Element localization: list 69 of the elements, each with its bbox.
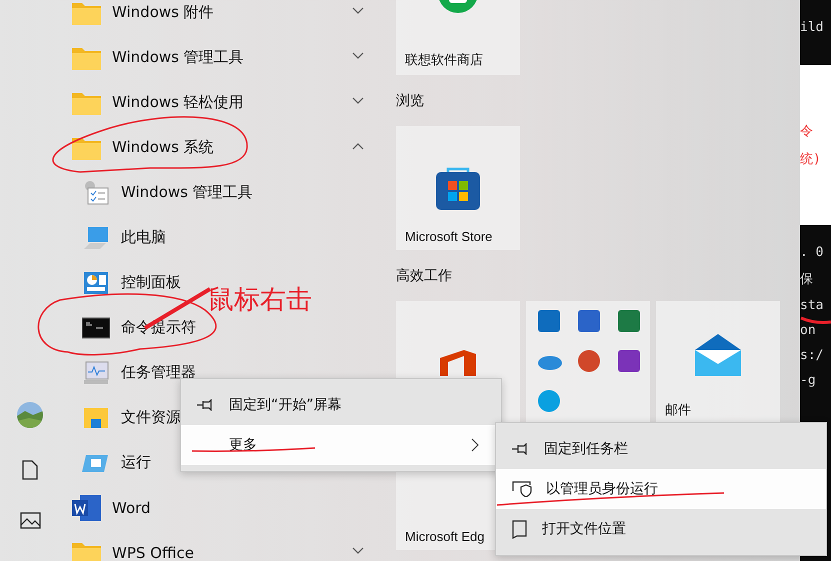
app-name: Windows 管理工具 (121, 183, 253, 202)
app-list-item[interactable]: 运行 (60, 440, 151, 485)
avatar-icon[interactable] (17, 402, 43, 428)
text-line: 统) (800, 151, 821, 168)
hand-drawn-stroke (800, 316, 831, 324)
text-line: sta (800, 298, 824, 313)
app-list-item[interactable]: Windows 系统 (60, 125, 380, 170)
group-title: 浏览 (396, 92, 425, 110)
chevron-icon[interactable] (352, 142, 364, 150)
monitor-chart-icon (82, 360, 110, 386)
checklist-icon (82, 180, 110, 206)
app-list-item[interactable]: Windows 轻松使用 (60, 80, 380, 125)
menu-item[interactable]: 固定到任务栏 (496, 429, 826, 469)
app-list-item[interactable]: Windows 管理工具 (60, 35, 380, 80)
text-line: ild (800, 20, 824, 35)
menu-item[interactable]: 固定到“开始”屏幕 (181, 385, 501, 425)
text-line: 保 (800, 271, 813, 288)
menu-item[interactable]: 以管理员身份运行 (496, 469, 826, 509)
menu-item[interactable]: 打开文件位置 (496, 509, 826, 549)
app-name: Windows 系统 (112, 138, 214, 157)
chevron-right-icon (471, 438, 479, 452)
office-logo-icon (440, 350, 476, 376)
folder-icon (72, 540, 101, 561)
app-name: WPS Office (112, 544, 194, 561)
document-icon[interactable] (22, 460, 38, 480)
app-name: Windows 轻松使用 (112, 93, 244, 112)
app-list-item[interactable]: 控制面板 (60, 260, 181, 305)
folder-icon (72, 90, 101, 114)
folder-icon (72, 136, 101, 160)
chevron-icon[interactable] (352, 547, 364, 555)
app-tile[interactable]: Microsoft Store (396, 126, 520, 250)
app-tile[interactable] (526, 301, 650, 425)
chevron-icon[interactable] (352, 7, 364, 15)
app-list-item[interactable]: 此电脑 (60, 215, 166, 260)
shield-icon (512, 481, 532, 497)
app-tile[interactable]: 邮件 (656, 301, 780, 425)
app-name: 控制面板 (121, 273, 181, 292)
store-bag-icon (436, 166, 480, 210)
app-name: 运行 (121, 453, 151, 472)
app-name: 文件资源 (121, 408, 181, 427)
text-line: -g (800, 373, 816, 388)
folder-icon (72, 46, 101, 70)
file-location-icon (512, 519, 528, 539)
app-name: Windows 附件 (112, 3, 214, 22)
chevron-icon[interactable] (352, 97, 364, 105)
app-list-item[interactable]: WPS Office (60, 530, 380, 561)
app-list-item[interactable]: 文件资源 (60, 395, 181, 440)
app-tile[interactable]: 联想软件商店 (396, 0, 520, 75)
text-line: 令 (800, 123, 813, 140)
folder-icon (72, 0, 101, 24)
app-list-item[interactable]: Word (60, 485, 380, 530)
envelope-icon (695, 334, 741, 376)
annotation-text: 鼠标右击 (208, 284, 312, 317)
text-line: . 0 (800, 245, 824, 260)
app-name: Windows 管理工具 (112, 48, 244, 67)
app-list-item[interactable]: Windows 管理工具 (60, 170, 253, 215)
text-line: s:/ (800, 348, 824, 363)
app-name: 此电脑 (121, 228, 166, 247)
group-title: 高效工作 (396, 266, 453, 286)
text-line: on (800, 323, 816, 338)
terminal-icon (82, 314, 110, 340)
computer-icon (82, 224, 110, 250)
control-panel-icon (82, 270, 110, 296)
app-name: 任务管理器 (121, 363, 196, 382)
word-icon (72, 494, 101, 520)
app-list-item[interactable]: Windows 附件 (60, 0, 380, 35)
app-name: Word (112, 498, 151, 516)
picture-icon[interactable] (20, 512, 40, 529)
chevron-icon[interactable] (352, 52, 364, 60)
